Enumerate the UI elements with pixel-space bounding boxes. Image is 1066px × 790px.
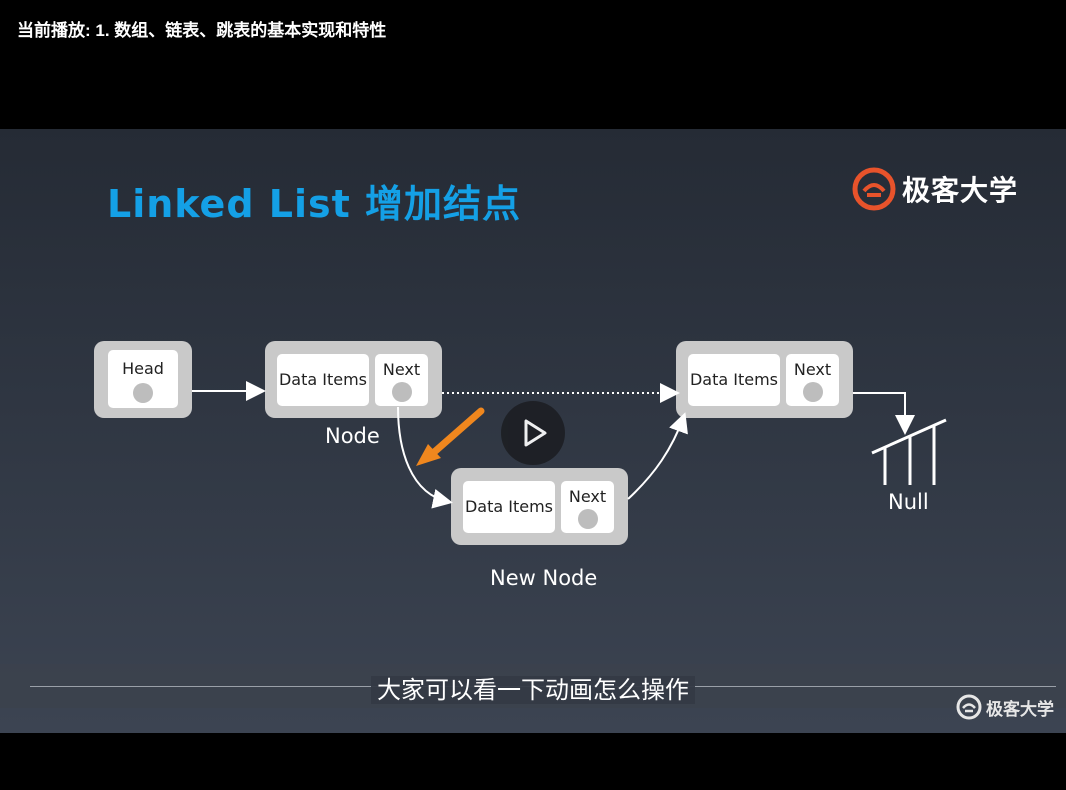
play-icon <box>524 419 547 447</box>
subtitle-text: 大家可以看一下动画怎么操作 <box>371 676 695 704</box>
player-header: 当前播放: 1. 数组、链表、跳表的基本实现和特性 <box>0 0 1066 129</box>
node2-to-null-arrow <box>853 392 915 435</box>
watermark-logo-icon <box>956 694 982 720</box>
play-button[interactable] <box>501 401 565 465</box>
null-ground-symbol <box>871 418 947 485</box>
now-playing-title: 当前播放: 1. 数组、链表、跳表的基本实现和特性 <box>17 21 387 40</box>
video-frame[interactable]: Linked List 增加结点 极客大学 Head Data Items Ne… <box>0 129 1066 733</box>
watermark-text: 极客大学 <box>986 699 1054 720</box>
orange-hint-arrow <box>416 407 485 466</box>
new-node-to-node2-arrow <box>627 412 688 500</box>
watermark: 极客大学 <box>956 694 1054 720</box>
subtitle-caption: 大家可以看一下动画怎么操作 <box>0 670 1066 705</box>
